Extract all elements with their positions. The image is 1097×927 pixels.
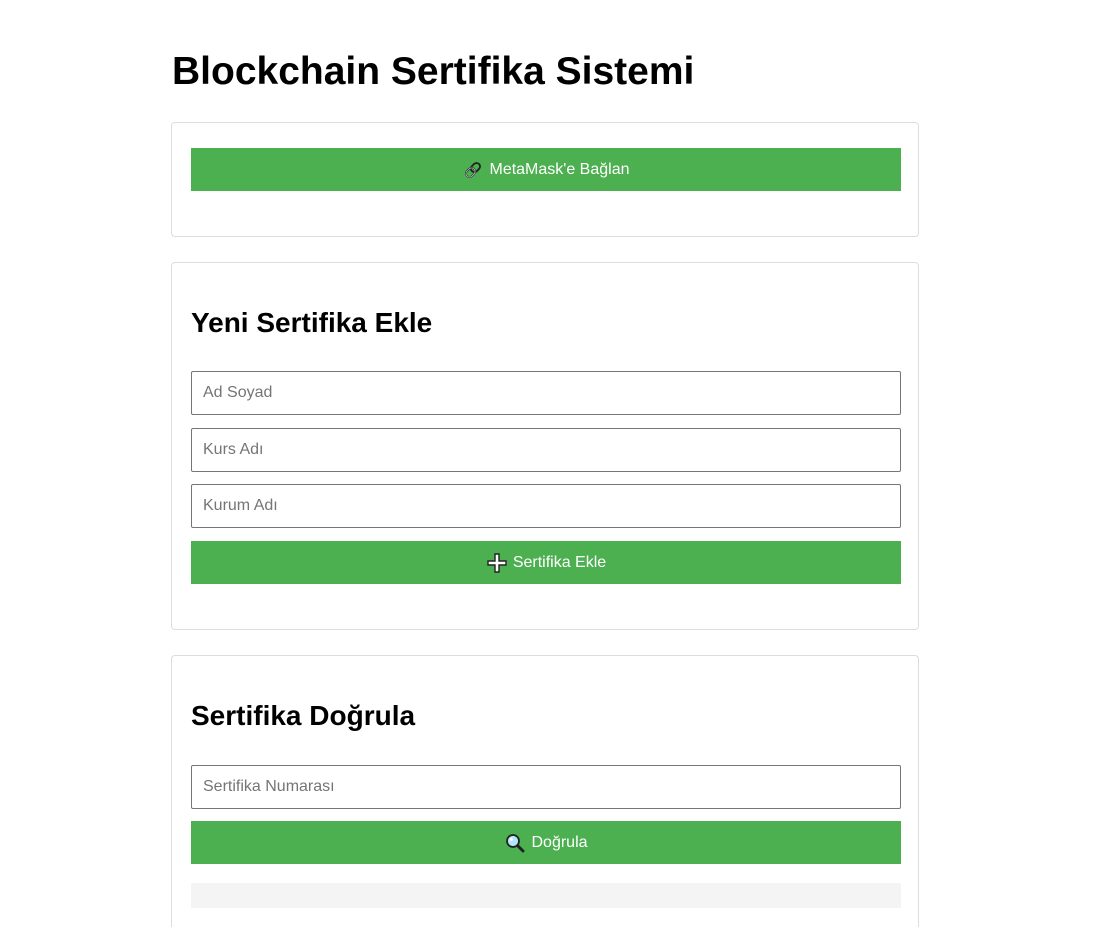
certificate-number-input[interactable] <box>191 765 901 809</box>
institution-name-input[interactable] <box>191 484 901 528</box>
add-certificate-card: Yeni Sertifika Ekle Sertifika Ekle <box>171 262 919 630</box>
verify-label: Doğrula <box>531 833 588 851</box>
page-title: Blockchain Sertifika Sistemi <box>172 50 695 93</box>
verify-certificate-title: Sertifika Doğrula <box>191 700 416 731</box>
verify-certificate-card: Sertifika Doğrula Doğrula <box>171 655 919 927</box>
connect-metamask-label: MetaMask'e Bağlan <box>489 160 630 178</box>
magnifier-icon <box>504 832 526 854</box>
plus-icon <box>486 552 508 574</box>
course-name-input[interactable] <box>191 428 901 472</box>
connect-metamask-button[interactable]: MetaMask'e Bağlan <box>191 148 901 191</box>
name-input[interactable] <box>191 371 901 415</box>
add-certificate-label: Sertifika Ekle <box>512 553 607 571</box>
link-icon <box>462 159 484 181</box>
connect-card: MetaMask'e Bağlan <box>171 122 919 237</box>
add-certificate-title: Yeni Sertifika Ekle <box>191 307 433 338</box>
add-certificate-button[interactable]: Sertifika Ekle <box>191 541 901 584</box>
verify-button[interactable]: Doğrula <box>191 821 901 864</box>
verification-result-box <box>191 883 901 908</box>
page: Blockchain Sertifika Sistemi MetaMask'e … <box>0 0 1097 927</box>
